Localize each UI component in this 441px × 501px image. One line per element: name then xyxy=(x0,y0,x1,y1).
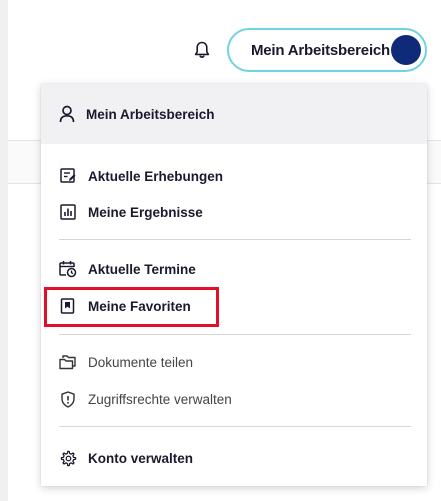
menu-item-dokumente-teilen[interactable]: Dokumente teilen xyxy=(59,351,193,373)
bell-icon[interactable] xyxy=(191,39,213,61)
calendar-clock-icon xyxy=(59,260,77,278)
user-icon xyxy=(59,105,75,123)
menu-item-label: Aktuelle Erhebungen xyxy=(88,168,224,184)
avatar[interactable] xyxy=(391,35,421,65)
menu-item-aktuelle-termine[interactable]: Aktuelle Termine xyxy=(59,258,196,280)
menu-divider xyxy=(59,334,411,335)
menu-item-label: Dokumente teilen xyxy=(88,354,194,370)
menu-item-label: Zugriffsrechte verwalten xyxy=(88,391,232,407)
menu-item-meine-ergebnisse[interactable]: Meine Ergebnisse xyxy=(59,201,203,223)
menu-divider xyxy=(59,239,411,240)
menu-item-label: Konto verwalten xyxy=(88,450,194,466)
menu-divider xyxy=(59,426,411,427)
survey-edit-icon xyxy=(59,167,77,185)
menu-item-label: Aktuelle Termine xyxy=(88,261,196,277)
menu-item-zugriffsrechte-verwalten[interactable]: Zugriffsrechte verwalten xyxy=(59,388,232,410)
gear-icon xyxy=(59,449,77,467)
shield-alert-icon xyxy=(59,390,77,408)
workspace-button-label: Mein Arbeitsbereich xyxy=(251,41,391,59)
menu-item-aktuelle-erhebungen[interactable]: Aktuelle Erhebungen xyxy=(59,165,223,187)
results-chart-icon xyxy=(59,203,77,221)
menu-item-konto-verwalten[interactable]: Konto verwalten xyxy=(59,447,193,469)
menu-item-label: Meine Ergebnisse xyxy=(88,204,203,220)
folders-icon xyxy=(59,353,77,371)
top-bar: Mein Arbeitsbereich xyxy=(191,28,427,72)
workspace-dropdown-menu: Mein Arbeitsbereich Aktuelle Erhebungen … xyxy=(41,84,427,486)
menu-header-label: Mein Arbeitsbereich xyxy=(86,106,215,122)
menu-header[interactable]: Mein Arbeitsbereich xyxy=(41,84,427,144)
highlight-box xyxy=(44,287,219,327)
workspace-button[interactable]: Mein Arbeitsbereich xyxy=(227,28,427,72)
